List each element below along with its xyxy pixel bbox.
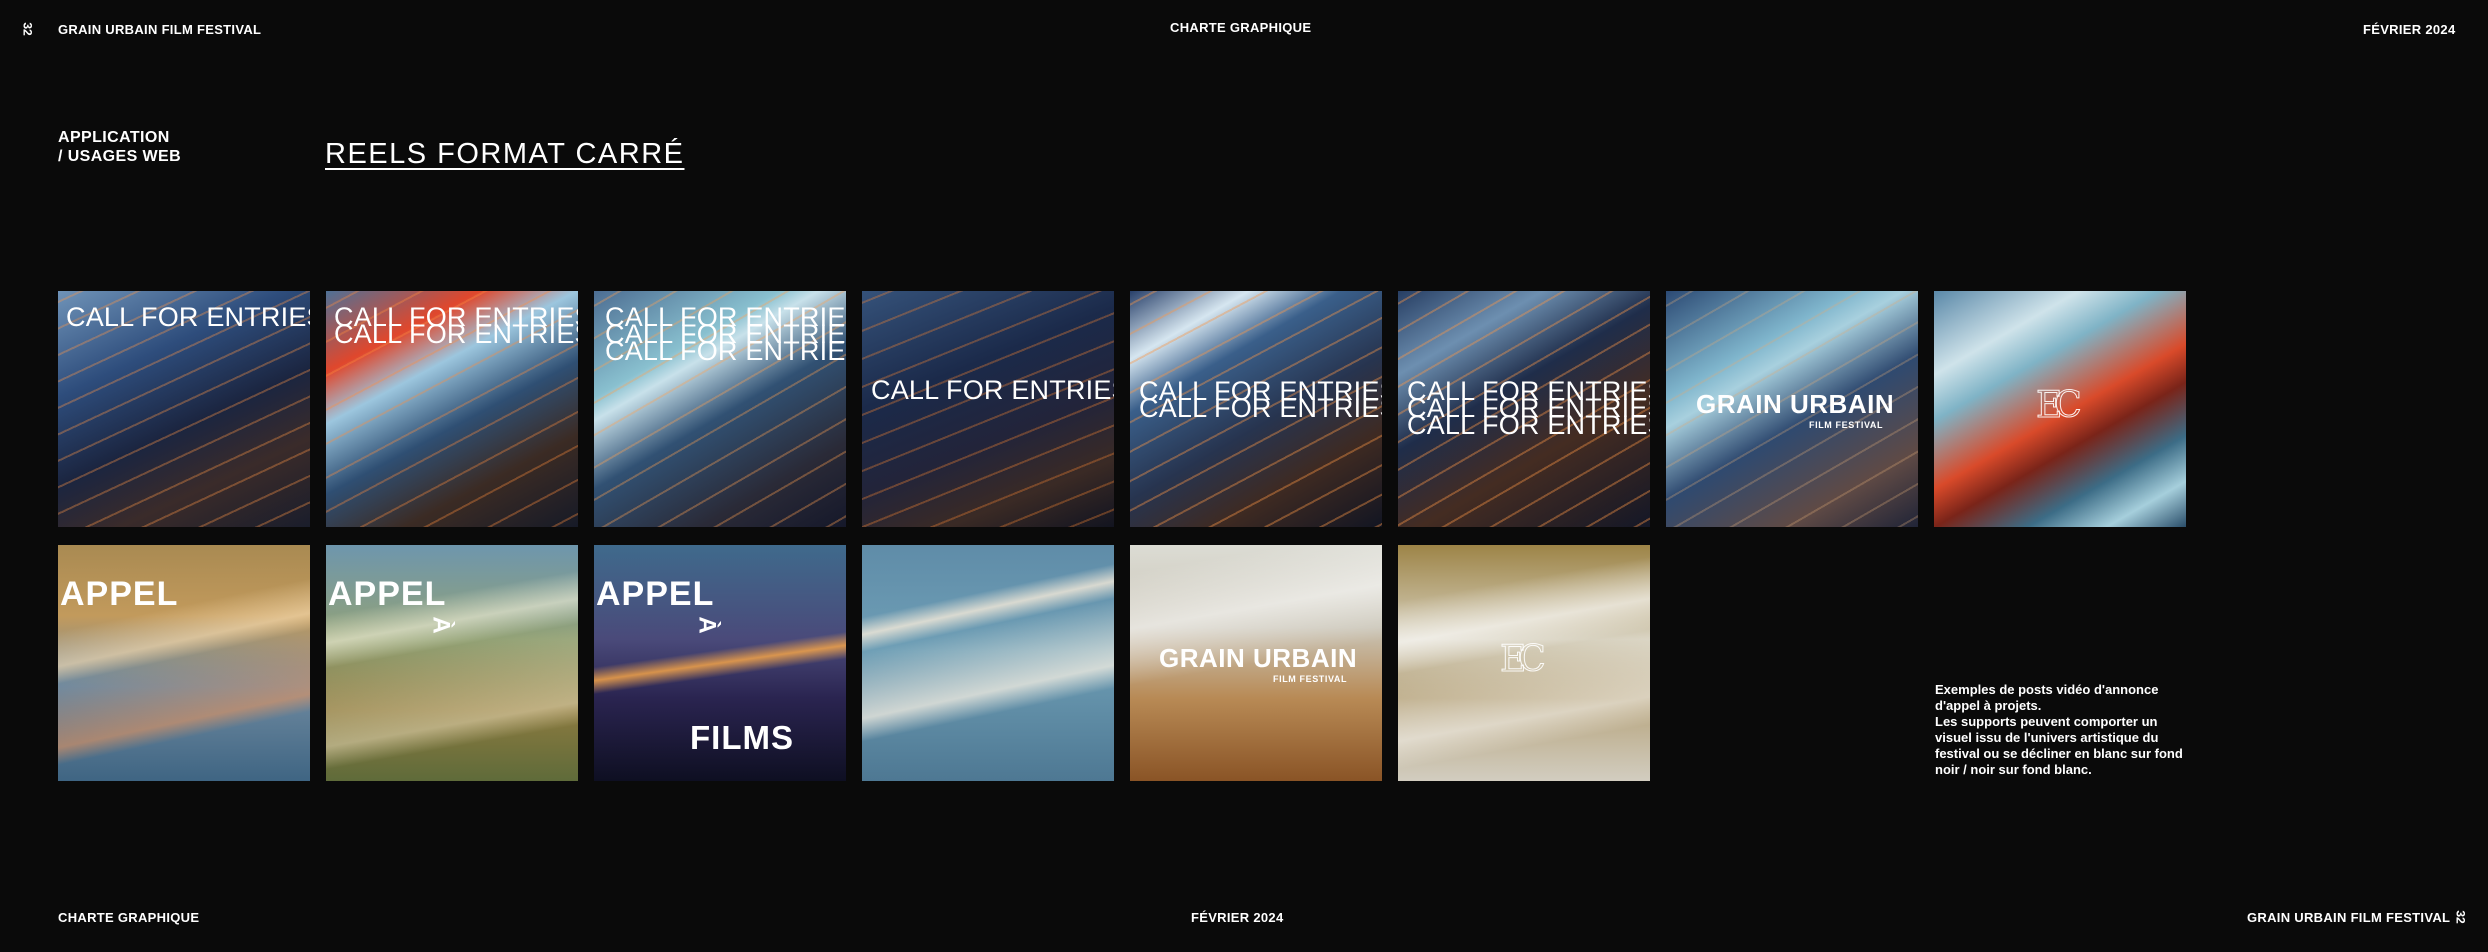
brand-name: GRAIN URBAIN [1696,389,1895,419]
header-document-title: CHARTE GRAPHIQUE [1170,20,1312,35]
page-number-top: 32 [20,22,35,36]
reel-tile-brand-2: GRAIN URBAIN FILM FESTIVAL [1130,545,1382,781]
section-label-line1: APPLICATION [58,129,170,146]
call-for-entries-text: CALL FOR ENTRIES [871,375,1114,405]
monogram-logo: EC [1500,639,1547,681]
reel-tile-appel-3: APPEL À FILMS [594,545,846,781]
reel-tile-call-4: CALL FOR ENTRIES [862,291,1114,527]
brand-subtitle: FILM FESTIVAL [1273,674,1348,684]
reel-tile-brand: GRAIN URBAIN FILM FESTIVAL [1666,291,1918,527]
films-text: FILMS [690,719,794,756]
appel-text: APPEL [60,575,179,613]
appel-text: APPEL [328,575,447,613]
footer-festival-name: GRAIN URBAIN FILM FESTIVAL [2247,910,2451,925]
a-letter: À [693,616,721,634]
reel-tile-monogram-2: EC [1398,545,1650,781]
header-festival-name: GRAIN URBAIN FILM FESTIVAL [58,22,262,37]
brand-name: GRAIN URBAIN [1159,643,1358,673]
call-for-entries-text: CALL FOR ENTRIES [1407,410,1650,440]
caption: Exemples de posts vidéo d'annonce d'appe… [1935,682,2185,778]
monogram-logo: EC [2036,385,2083,427]
section-title: REELS FORMAT CARRÉ [325,138,685,170]
section-label-line2: / USAGES WEB [58,148,182,165]
section-label: APPLICATION / USAGES WEB [58,128,181,166]
appel-text: APPEL [596,575,715,613]
brand-subtitle: FILM FESTIVAL [1809,420,1884,430]
reel-tile-call-2: CALL FOR ENTRIES CALL FOR ENTRIES [326,291,578,527]
reel-tile-call-3: CALL FOR ENTRIES CALL FOR ENTRIES CALL F… [594,291,846,527]
reel-tile-call-6: CALL FOR ENTRIES CALL FOR ENTRIES CALL F… [1398,291,1650,527]
footer-date: FÉVRIER 2024 [1191,910,1284,925]
reel-tile-call-1: CALL FOR ENTRIES [58,291,310,527]
reel-tile-call-5: CALL FOR ENTRIES CALL FOR ENTRIES [1130,291,1382,527]
reel-tile-monogram: EC [1934,291,2186,527]
call-for-entries-text: CALL FOR ENTRIES [1139,393,1382,423]
a-letter: À [427,616,455,634]
reel-tile-motion [862,545,1114,781]
caption-line1: Exemples de posts vidéo d'annonce d'appe… [1935,682,2159,713]
header-date: FÉVRIER 2024 [2363,22,2456,37]
caption-line2: Les supports peuvent comporter un visuel… [1935,714,2183,777]
reel-tile-appel-2: APPEL À [326,545,578,781]
call-for-entries-text: CALL FOR ENTRIES [605,336,846,366]
call-for-entries-text: CALL FOR ENTRIES [66,302,310,332]
page-number-bottom: 32 [2453,910,2468,924]
call-for-entries-text: CALL FOR ENTRIES [334,319,578,349]
footer-document-title: CHARTE GRAPHIQUE [58,910,200,925]
reel-tile-appel-1: APPEL [58,545,310,781]
